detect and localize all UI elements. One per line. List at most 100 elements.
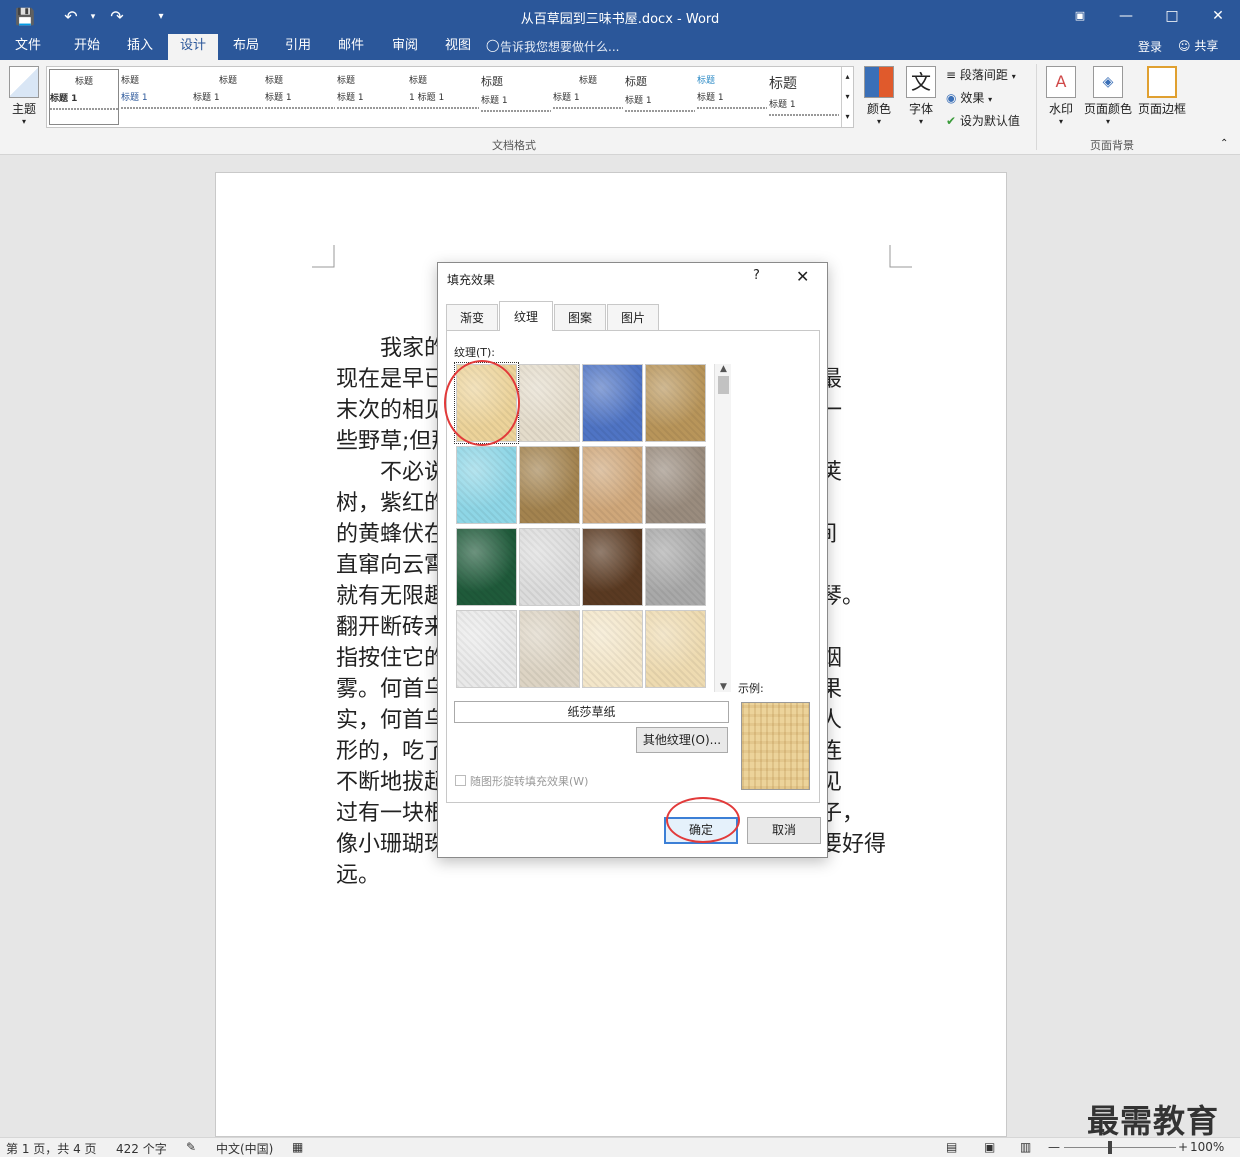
zoom-slider[interactable] — [1064, 1147, 1176, 1148]
style-thumb[interactable]: 标题 标题 1 — [625, 69, 695, 125]
scroll-thumb[interactable] — [718, 376, 729, 394]
texture-swatch[interactable] — [645, 364, 706, 442]
other-textures-button[interactable]: 其他纹理(O)... — [636, 727, 728, 753]
texture-swatch[interactable] — [582, 610, 643, 688]
style-thumb-title: 标题 — [121, 76, 140, 86]
style-thumb-title: 标题 — [578, 76, 597, 86]
texture-swatch[interactable] — [519, 446, 580, 524]
texture-swatch[interactable] — [456, 610, 517, 688]
texture-swatch[interactable] — [645, 610, 706, 688]
style-thumb-title: 标题 — [74, 77, 93, 87]
texture-swatch[interactable] — [454, 362, 519, 444]
page-border-label: 页面边框 — [1137, 102, 1186, 116]
paragraph-spacing-button[interactable]: ≡ 段落间距 ▾ — [946, 66, 1016, 83]
style-thumb[interactable]: 标题 标题 1 — [193, 69, 263, 125]
login-link[interactable]: 登录 — [1138, 38, 1162, 55]
help-icon[interactable]: ? — [753, 268, 760, 283]
cancel-button[interactable]: 取消 — [747, 817, 821, 844]
macro-icon[interactable]: ▦ — [292, 1140, 303, 1154]
fonts-button[interactable]: 文 字体 ▾ — [902, 66, 940, 126]
style-thumb-sub: 标题 1 — [625, 96, 652, 106]
gallery-scroll[interactable]: ▴ ▾ ▾ — [841, 67, 853, 127]
set-default-button[interactable]: ✔ 设为默认值 — [946, 112, 1020, 129]
close-icon[interactable]: ✕ — [1198, 4, 1238, 28]
style-thumb[interactable]: 标题 标题 1 — [337, 69, 407, 125]
ok-button[interactable]: 确定 — [664, 817, 738, 844]
texture-swatch[interactable] — [582, 364, 643, 442]
print-layout-icon[interactable]: ▣ — [984, 1140, 995, 1154]
effects-button[interactable]: ◉ 效果 ▾ — [946, 89, 992, 106]
style-thumb[interactable]: 标题 标题 1 — [121, 69, 191, 125]
zoom-in-icon[interactable]: + — [1178, 1140, 1188, 1154]
tab-view[interactable]: 视图 — [434, 34, 482, 60]
language[interactable]: 中文(中国) — [216, 1140, 273, 1157]
zoom-slider-handle[interactable] — [1108, 1141, 1112, 1154]
tab-pattern[interactable]: 图案 — [554, 304, 606, 330]
proofing-icon[interactable]: ✎ — [186, 1140, 196, 1154]
chevron-down-icon: ▾ — [988, 95, 993, 104]
page-color-button[interactable]: ◈ 页面颜色 ▾ — [1082, 66, 1134, 126]
texture-scrollbar[interactable]: ▲ ▼ — [714, 364, 731, 692]
scroll-down-icon[interactable]: ▼ — [715, 682, 732, 692]
sample-label: 示例: — [738, 682, 764, 695]
ribbon-display-icon[interactable]: ▣ — [1060, 4, 1100, 28]
texture-swatch[interactable] — [645, 446, 706, 524]
texture-swatch[interactable] — [582, 446, 643, 524]
watermark-button[interactable]: A 水印 ▾ — [1042, 66, 1080, 126]
colors-button[interactable]: 颜色 ▾ — [860, 66, 898, 126]
style-thumb[interactable]: 标题 标题 1 — [697, 69, 767, 125]
tab-mailings[interactable]: 邮件 — [326, 34, 376, 60]
word-count[interactable]: 422 个字 — [116, 1140, 167, 1157]
style-thumb-sub: 标题 1 — [481, 96, 508, 106]
effects-icon: ◉ — [946, 91, 957, 105]
chevron-down-icon: ▾ — [1105, 117, 1110, 126]
tab-design[interactable]: 设计 — [168, 34, 218, 60]
minimize-icon[interactable]: — — [1106, 4, 1146, 28]
rotate-with-shape-checkbox[interactable]: 随图形旋转填充效果(W) — [455, 773, 588, 789]
collapse-ribbon-icon[interactable]: ⌃ — [1220, 138, 1228, 149]
share-button[interactable]: ☺ 共享 — [1178, 37, 1218, 54]
dialog-close-icon[interactable]: ✕ — [796, 267, 809, 286]
zoom-out-icon[interactable]: — — [1048, 1140, 1060, 1154]
tab-references[interactable]: 引用 — [274, 34, 322, 60]
maximize-icon[interactable]: □ — [1152, 4, 1192, 28]
tab-texture[interactable]: 纹理 — [499, 301, 553, 331]
style-thumb[interactable]: 标题 标题 1 — [265, 69, 335, 125]
style-thumb[interactable]: 标题 标题 1 — [481, 69, 551, 125]
style-thumb[interactable]: 标题 标题 1 — [553, 69, 623, 125]
tab-layout[interactable]: 布局 — [222, 34, 270, 60]
tab-home[interactable]: 开始 — [62, 34, 112, 60]
watermark-icon: A — [1046, 66, 1076, 98]
page-color-label: 页面颜色 — [1083, 102, 1132, 116]
tab-file[interactable]: 文件 — [4, 34, 52, 60]
texture-swatch[interactable] — [456, 446, 517, 524]
page-info[interactable]: 第 1 页，共 4 页 — [6, 1140, 97, 1157]
read-mode-icon[interactable]: ▤ — [946, 1140, 957, 1154]
checkbox-box — [455, 775, 466, 786]
texture-swatch[interactable] — [645, 528, 706, 606]
style-thumb[interactable]: 标题 标题 1 — [49, 69, 119, 125]
tab-picture[interactable]: 图片 — [607, 304, 659, 330]
tab-gradient[interactable]: 渐变 — [446, 304, 498, 330]
style-thumb-sub: 标题 1 — [265, 93, 292, 103]
tab-insert[interactable]: 插入 — [116, 34, 164, 60]
zoom-level[interactable]: 100% — [1190, 1140, 1224, 1154]
theme-label: 主题 — [11, 102, 36, 116]
theme-button[interactable]: 主题 ▾ — [6, 66, 42, 126]
style-thumb[interactable]: 标题 1 标题 1 — [409, 69, 479, 125]
style-thumb-title: 标题 — [265, 76, 284, 86]
scroll-up-icon[interactable]: ▲ — [715, 364, 732, 374]
web-layout-icon[interactable]: ▥ — [1020, 1140, 1031, 1154]
doc-line: 远。 — [336, 863, 381, 888]
tab-review[interactable]: 审阅 — [380, 34, 430, 60]
texture-swatch[interactable] — [519, 528, 580, 606]
tell-me-search[interactable]: 告诉我您想要做什么... — [500, 38, 619, 55]
texture-swatch[interactable] — [519, 364, 580, 442]
texture-swatch[interactable] — [582, 528, 643, 606]
style-thumb[interactable]: 标题 标题 1 — [769, 69, 839, 125]
texture-swatch[interactable] — [519, 610, 580, 688]
effects-label: 效果 — [960, 91, 985, 105]
page-border-button[interactable]: 页面边框 — [1136, 66, 1188, 117]
style-gallery[interactable]: 标题 标题 1 标题 标题 1 标题 标题 1 标题 标题 1 标题 标题 1 … — [46, 66, 854, 128]
texture-swatch[interactable] — [456, 528, 517, 606]
